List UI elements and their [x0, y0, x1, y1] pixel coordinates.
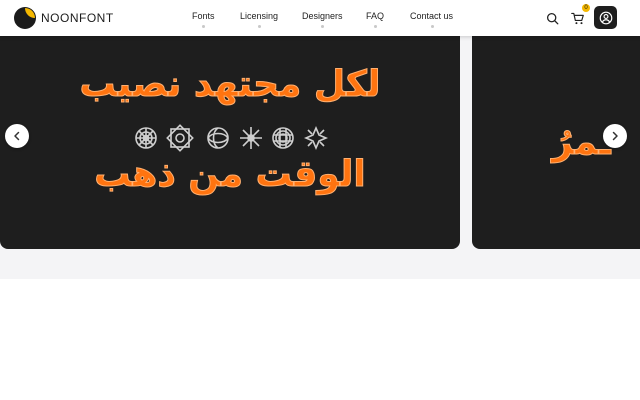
- search-icon: [546, 12, 558, 24]
- chevron-left-icon: [14, 131, 20, 141]
- nav-item-fonts[interactable]: Fonts: [192, 11, 215, 28]
- account-button[interactable]: [594, 6, 617, 29]
- nav-indicator-dot: [202, 25, 206, 28]
- nav-item-contact[interactable]: Contact us: [410, 11, 454, 28]
- nav-item-licensing[interactable]: Licensing: [240, 11, 279, 28]
- carousel-next-button[interactable]: [603, 124, 627, 148]
- chevron-right-icon: [612, 131, 618, 141]
- nav-item-designers[interactable]: Designers: [302, 11, 343, 28]
- nav-item-label: Designers: [302, 11, 343, 21]
- nav-indicator-dot: [430, 25, 434, 28]
- nav-item-label: FAQ: [366, 11, 385, 21]
- carousel-prev-button[interactable]: [5, 124, 29, 148]
- cart-button[interactable]: 0: [568, 4, 590, 28]
- ornament-row-icon: [135, 124, 329, 152]
- site-header: NOONFONT Fonts Licensing Designers FAQ C…: [0, 0, 640, 36]
- slide-heading-line-2: الوقت من ذهب: [94, 154, 366, 196]
- cart-icon: [571, 12, 584, 24]
- slide-partial-heading: ـمرُ: [552, 122, 611, 164]
- nav-item-faq[interactable]: FAQ: [366, 11, 385, 28]
- search-button[interactable]: [542, 8, 562, 28]
- nav-item-label: Contact us: [410, 11, 454, 21]
- hero-carousel: لكل مجتهد نصيب الوقت من ذهب ـمرُ: [0, 36, 640, 279]
- slide-heading-line-1: لكل مجتهد نصيب: [79, 64, 381, 106]
- nav-item-label: Licensing: [240, 11, 279, 21]
- slide-active[interactable]: لكل مجتهد نصيب الوقت من ذهب: [0, 36, 460, 249]
- nav-indicator-dot: [258, 25, 262, 28]
- nav-item-label: Fonts: [192, 11, 215, 21]
- nav-indicator-dot: [374, 25, 377, 28]
- user-icon: [599, 11, 612, 24]
- cart-count-badge: 0: [582, 4, 590, 12]
- nav-indicator-dot: [321, 25, 325, 28]
